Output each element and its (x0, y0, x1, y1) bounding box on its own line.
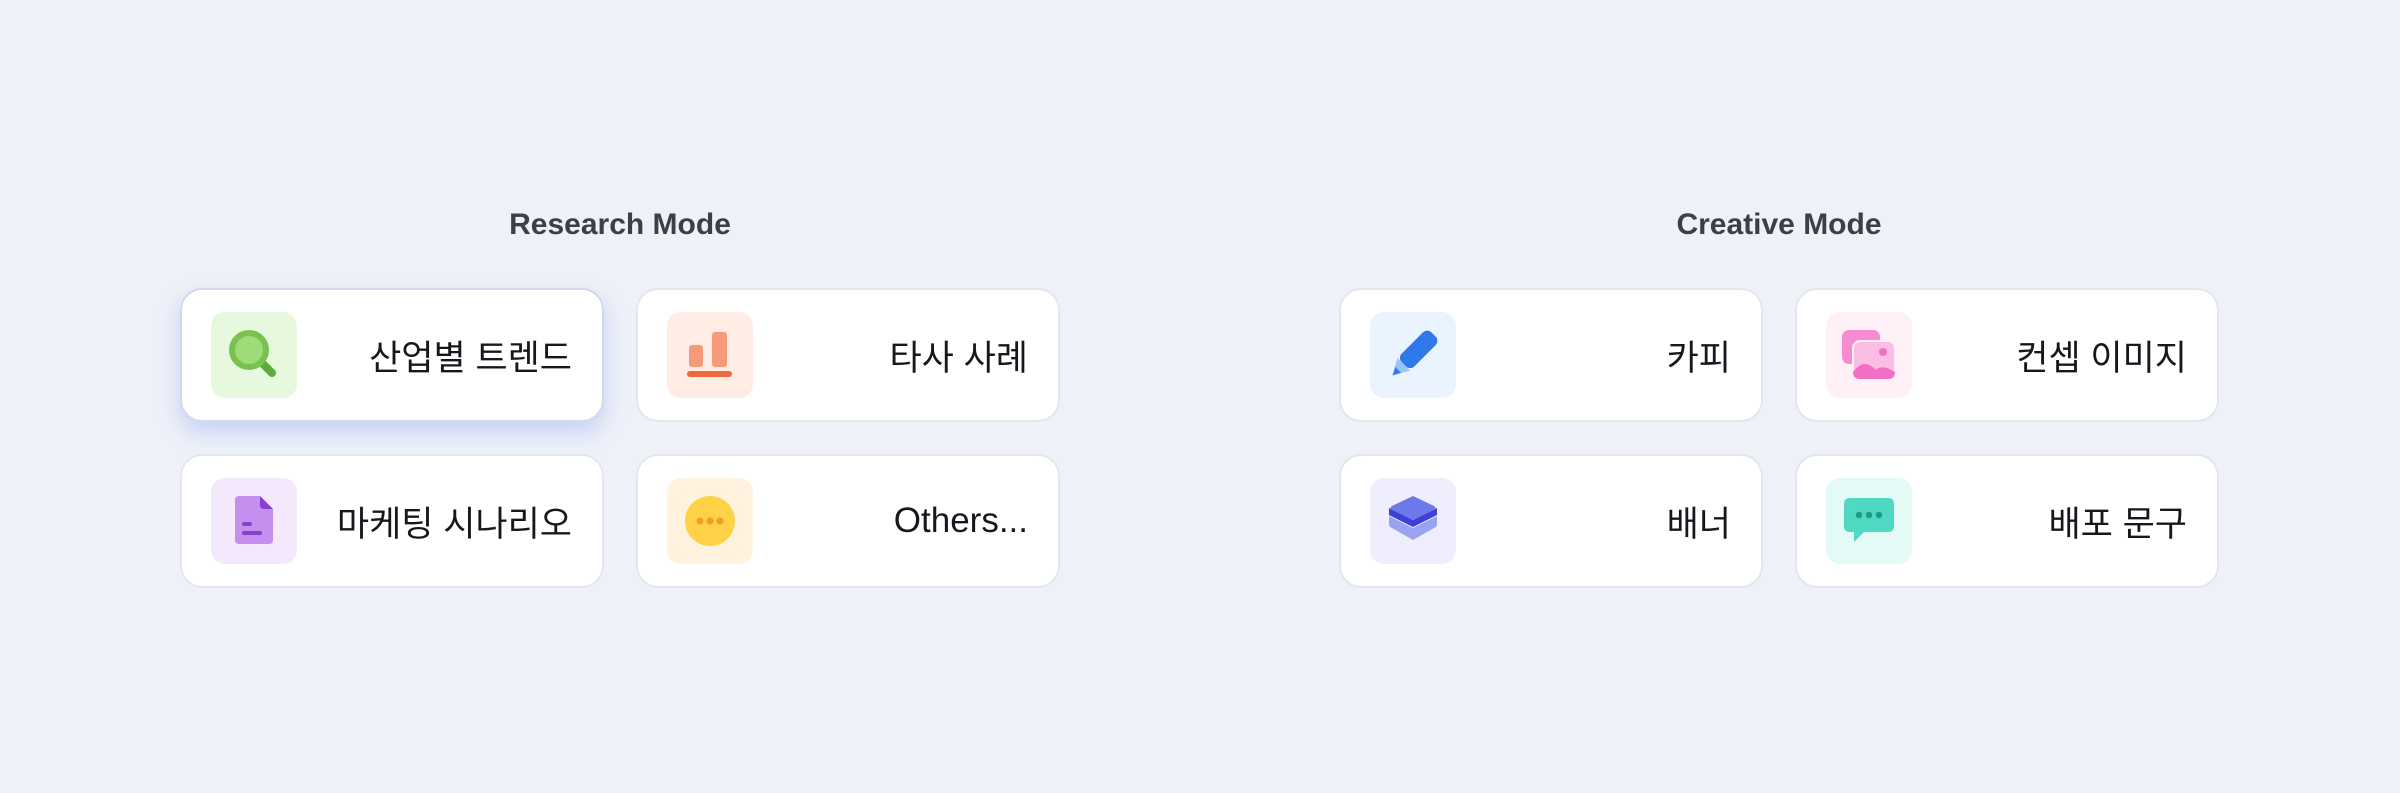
layers-icon (1370, 478, 1456, 564)
card-label: 컨셉 이미지 (2016, 338, 2187, 378)
research-card-marketing-scenario[interactable]: 마케팅 시나리오 (180, 454, 604, 588)
card-label: 타사 사례 (889, 338, 1028, 378)
more-icon (667, 478, 753, 564)
research-mode-title: Research Mode (509, 208, 731, 241)
chat-bubble-icon (1826, 478, 1912, 564)
creative-card-copy[interactable]: 카피 (1339, 288, 1763, 422)
creative-card-concept-image[interactable]: 컨셉 이미지 (1795, 288, 2219, 422)
card-label: Others... (893, 501, 1028, 540)
creative-mode-grid: 카피 컨셉 이미지 배너 배포 문구 (1339, 288, 2219, 588)
research-mode-grid: 산업별 트렌드 타사 사례 마케팅 시나리오 Others... (180, 288, 1060, 588)
card-label: 마케팅 시나리오 (336, 504, 572, 544)
card-label: 배포 문구 (2048, 504, 2187, 544)
bar-chart-icon (667, 312, 753, 398)
document-icon (211, 478, 297, 564)
card-label: 카피 (1666, 338, 1731, 378)
search-icon (211, 312, 297, 398)
research-card-others[interactable]: Others... (636, 454, 1060, 588)
card-label: 배너 (1666, 504, 1731, 544)
creative-card-banner[interactable]: 배너 (1339, 454, 1763, 588)
research-mode-section: Research Mode 산업별 트렌드 타사 사례 마케팅 시나리오 Oth… (180, 200, 1060, 588)
card-label: 산업별 트렌드 (369, 338, 572, 378)
creative-mode-title: Creative Mode (1676, 208, 1882, 241)
image-icon (1826, 312, 1912, 398)
research-card-competitor-cases[interactable]: 타사 사례 (636, 288, 1060, 422)
creative-card-distribution-copy[interactable]: 배포 문구 (1795, 454, 2219, 588)
pencil-icon (1370, 312, 1456, 398)
research-card-industry-trend[interactable]: 산업별 트렌드 (180, 288, 604, 422)
creative-mode-section: Creative Mode 카피 컨셉 이미지 배너 배포 문구 (1339, 200, 2219, 588)
